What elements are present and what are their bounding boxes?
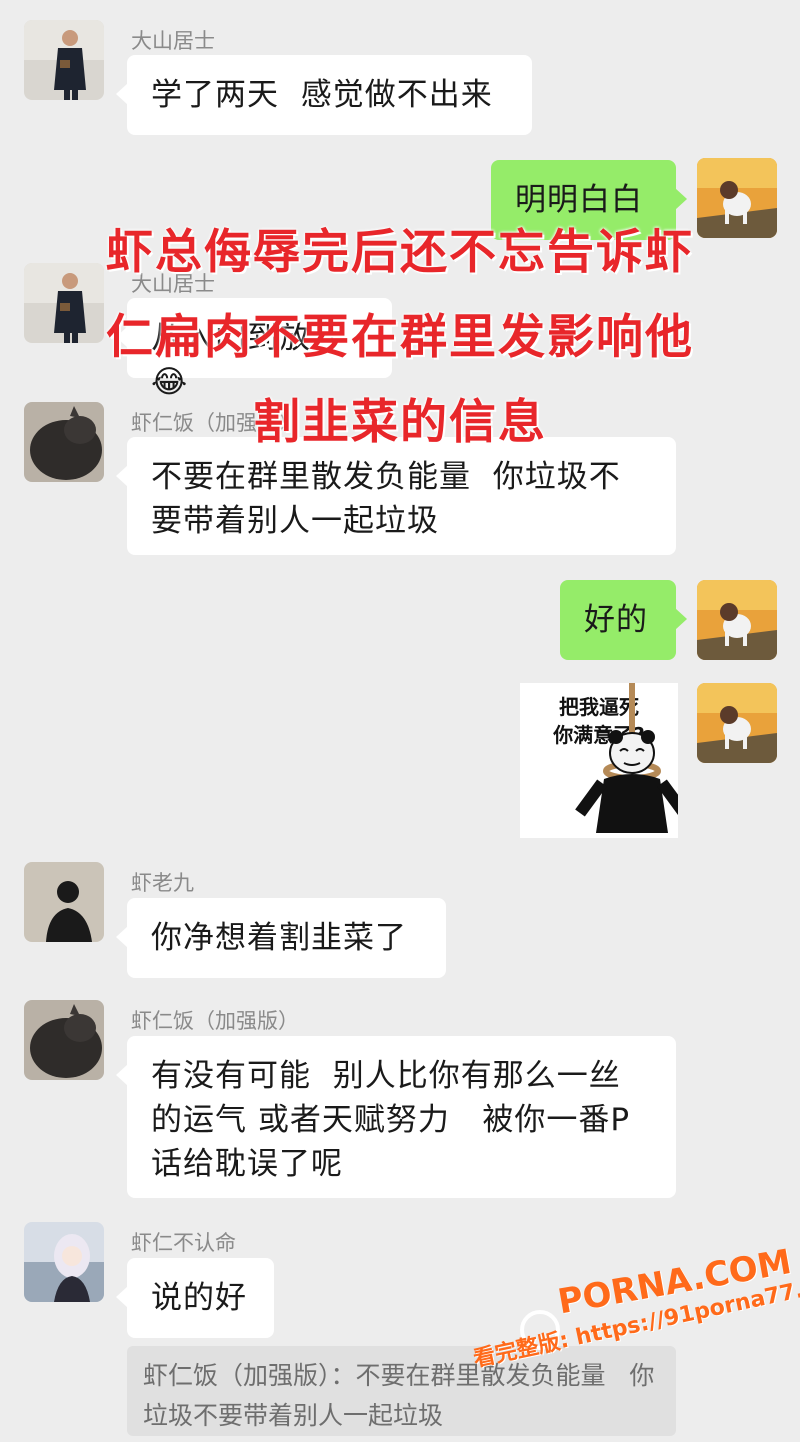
avatar-xiarenfan-2[interactable] xyxy=(24,1000,104,1080)
message-bubble[interactable]: 你净想着割韭菜了 xyxy=(116,898,446,978)
anime-girl-icon xyxy=(24,1222,104,1302)
quoted-reply[interactable]: 虾仁饭（加强版）：不要在群里散发负能量 你垃圾不要带着别人一起垃圾 xyxy=(127,1346,676,1436)
overlay-caption-line-2: 仁扁肉不要在群里发影响他 xyxy=(106,310,694,365)
overlay-caption-line-1: 虾总侮辱完后还不忘告诉虾 xyxy=(106,225,694,280)
sender-name: 大山居士 xyxy=(131,29,215,53)
sender-name: 虾仁不认命 xyxy=(131,1231,236,1255)
avatar-self-2[interactable] xyxy=(697,580,777,660)
avatar-xiaren-burenming[interactable] xyxy=(24,1222,104,1302)
message-bubble[interactable]: 说的好 xyxy=(116,1258,274,1338)
cartoon-doggo-icon xyxy=(697,683,777,763)
sender-name: 虾老九 xyxy=(131,871,194,895)
panda-meme-sticker[interactable]: 把我逼死 你满意了? xyxy=(520,683,678,838)
avatar-dashan-1[interactable] xyxy=(24,20,104,100)
man-suit-icon xyxy=(24,20,104,100)
message-bubble[interactable]: 学了两天 感觉做不出来 xyxy=(116,55,532,135)
self-message-bubble[interactable]: 好的 xyxy=(560,580,687,660)
black-cat-icon xyxy=(24,1000,104,1080)
silhouette-person-icon xyxy=(24,862,104,942)
panda-icon xyxy=(575,683,678,833)
message-bubble[interactable]: 不要在群里散发负能量 你垃圾不要带着别人一起垃圾 xyxy=(116,437,676,555)
overlay-caption-line-3: 割韭菜的信息 xyxy=(253,395,547,450)
sender-name: 虾仁饭（加强版） xyxy=(131,1009,299,1033)
avatar-self-3[interactable] xyxy=(697,683,777,763)
message-bubble[interactable]: 有没有可能 别人比你有那么一丝的运气 或者天赋努力 被你一番P话给耽误了呢 xyxy=(116,1036,676,1198)
cartoon-doggo-icon xyxy=(697,580,777,660)
avatar-xialaojiu[interactable] xyxy=(24,862,104,942)
